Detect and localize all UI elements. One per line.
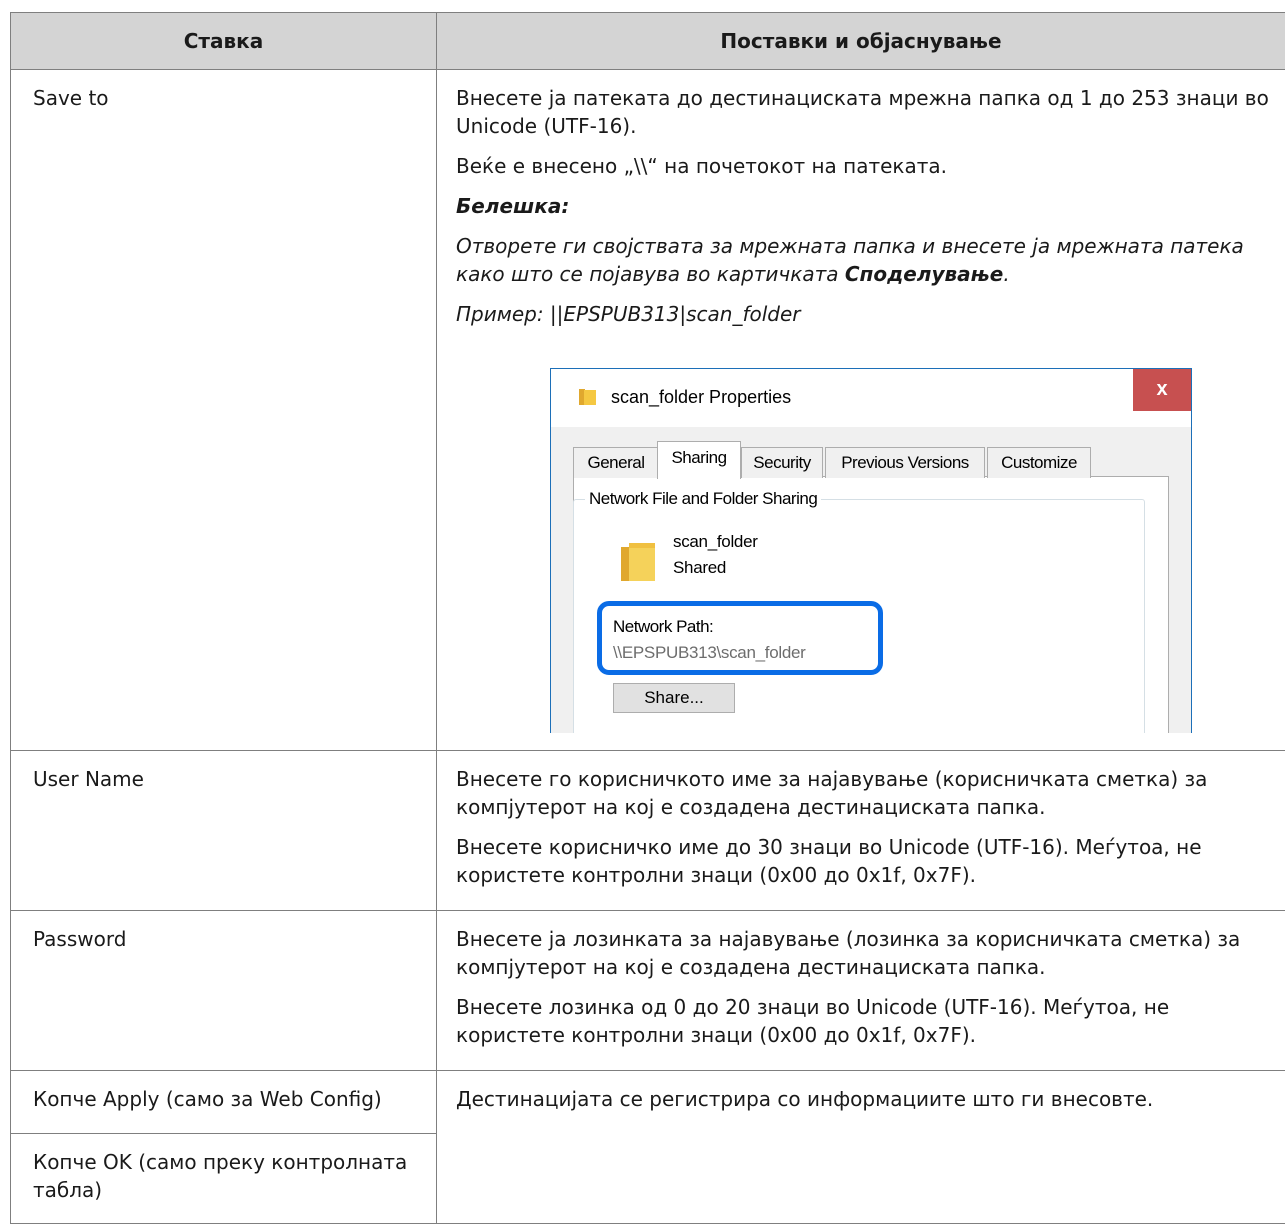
header-item: Ставка [11, 13, 437, 70]
properties-dialog-screenshot: scan_folder Properties x General Sharing… [550, 368, 1192, 733]
folder-name: scan_folder [673, 529, 758, 555]
user-name-desc-1: Внесете го корисничкото име за најавувањ… [456, 765, 1273, 821]
row-desc-user-name: Внесете го корисничкото име за најавувањ… [437, 751, 1285, 911]
note-text-after: . [1003, 262, 1009, 286]
row-label-password: Password [11, 911, 437, 1071]
dialog-titlebar: scan_folder Properties x [551, 369, 1191, 427]
dialog-title: scan_folder Properties [611, 383, 791, 411]
row-label-ok: Копче OK (само преку контролната табла) [11, 1134, 437, 1224]
table-row: Password Внесете ја лозинката за најавув… [11, 911, 1285, 1071]
row-desc-password: Внесете ја лозинката за најавување (лози… [437, 911, 1285, 1071]
network-path-highlight [597, 601, 883, 675]
note-text: Отворете ги својствата за мрежната папка… [456, 232, 1273, 288]
share-button[interactable]: Share... [613, 683, 735, 713]
row-desc-save-to: Внесете ја патеката до дестинациската мр… [437, 70, 1285, 751]
folder-share-state: Shared [673, 555, 726, 581]
close-icon[interactable]: x [1133, 369, 1191, 411]
tab-customize[interactable]: Customize [987, 447, 1091, 478]
tab-previous-versions[interactable]: Previous Versions [825, 447, 985, 478]
password-desc-2: Внесете лозинка од 0 до 20 знаци во Unic… [456, 993, 1273, 1049]
header-settings: Поставки и објаснување [437, 13, 1285, 70]
shared-folder-icon [621, 537, 655, 581]
user-name-desc-2: Внесете корисничко име до 30 знаци во Un… [456, 833, 1273, 889]
apply-ok-desc: Дестинацијата се регистрира со информаци… [456, 1085, 1273, 1113]
row-desc-apply-ok: Дестинацијата се регистрира со информаци… [437, 1071, 1285, 1224]
tab-security[interactable]: Security [741, 447, 823, 478]
tab-general[interactable]: General [573, 447, 659, 478]
note-bold-tab-name: Споделување [845, 262, 1003, 286]
note-heading: Белешка: [456, 192, 1273, 220]
save-to-desc-2: Веќе е внесено „\\“ на почетокот на пате… [456, 152, 1273, 180]
table-row: User Name Внесете го корисничкото име за… [11, 751, 1285, 911]
row-label-apply: Копче Apply (само за Web Config) [11, 1071, 437, 1134]
settings-table: Ставка Поставки и објаснување Save to Вн… [10, 12, 1285, 1224]
tab-sharing[interactable]: Sharing [657, 441, 741, 479]
password-desc-1: Внесете ја лозинката за најавување (лози… [456, 925, 1273, 981]
example-path: Пример: ||EPSPUB313|scan_folder [456, 300, 1273, 328]
table-header-row: Ставка Поставки и објаснување [11, 13, 1285, 70]
save-to-desc-1: Внесете ја патеката до дестинациската мр… [456, 84, 1273, 140]
table-row: Save to Внесете ја патеката до дестинаци… [11, 70, 1285, 751]
group-label: Network File and Folder Sharing [585, 487, 821, 511]
folder-icon [579, 389, 596, 405]
table-row: Копче Apply (само за Web Config) Дестина… [11, 1071, 1285, 1134]
row-label-save-to: Save to [11, 70, 437, 751]
row-label-user-name: User Name [11, 751, 437, 911]
